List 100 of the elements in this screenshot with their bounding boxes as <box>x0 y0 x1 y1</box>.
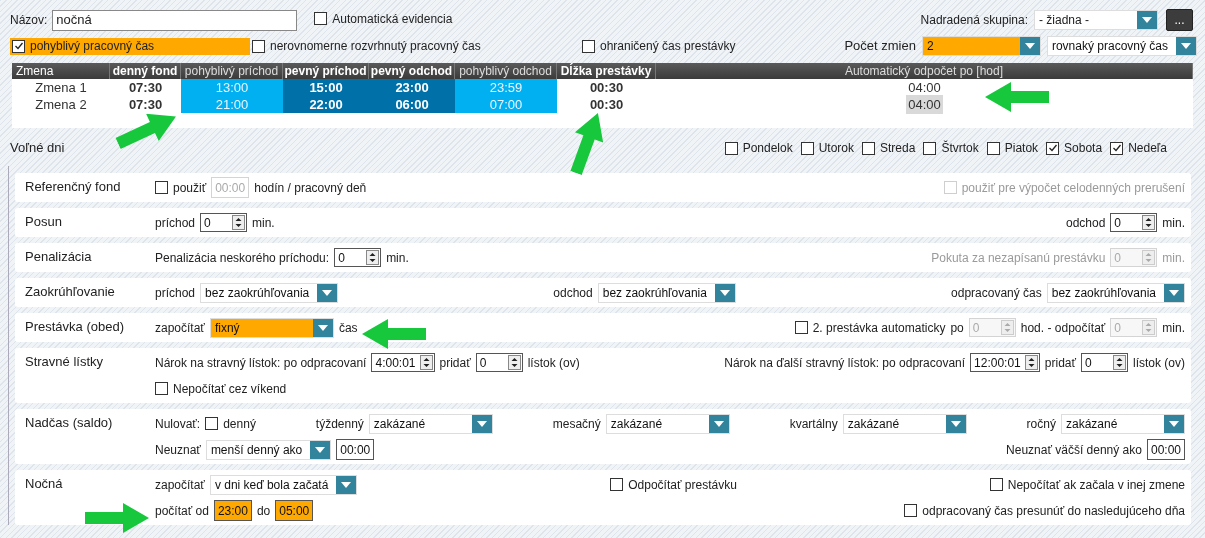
field-label: započítať <box>155 476 205 494</box>
spin-arrows-icon[interactable] <box>419 355 433 370</box>
checkbox[interactable] <box>862 141 876 155</box>
number-spinner[interactable]: 4:00:01 <box>371 353 435 372</box>
number-spinner[interactable]: 0 <box>334 248 382 267</box>
dropdown[interactable]: menší denný ako <box>205 439 332 460</box>
number-spinner[interactable]: 0 <box>475 353 523 372</box>
field-label: čas <box>338 319 358 337</box>
column-header: denný fond <box>110 63 181 79</box>
checkbox-label: použiť <box>173 179 207 197</box>
checkbox[interactable] <box>904 504 918 517</box>
dropdown[interactable]: rovnaký pracovný čas <box>1046 36 1197 56</box>
column-header: Zmena <box>12 63 110 79</box>
spin-arrows-icon[interactable] <box>366 250 380 265</box>
field-label: príchod <box>155 284 196 302</box>
number-spinner[interactable]: 0 <box>1081 353 1128 372</box>
checkbox-label: Automatická evidencia <box>332 10 453 28</box>
annotation-arrow-icon <box>362 319 426 349</box>
option-toggle[interactable]: ohraničený čas prestávky <box>580 37 740 55</box>
checkbox[interactable] <box>989 478 1003 491</box>
checkbox[interactable] <box>314 12 328 26</box>
section-title: Referenčný fond <box>25 178 121 196</box>
number-spinner[interactable]: 0 <box>200 213 248 232</box>
time-field[interactable]: 23:00 <box>213 500 252 521</box>
field-label: min. <box>386 249 409 267</box>
spin-arrows-icon[interactable] <box>232 215 246 230</box>
section-title: Prestávka (obed) <box>25 318 124 336</box>
checkbox[interactable] <box>923 141 937 155</box>
column-header: Dĺžka prestávky <box>557 63 656 79</box>
checkbox[interactable] <box>724 141 738 155</box>
checkbox[interactable] <box>155 181 168 194</box>
dropdown[interactable]: fixný <box>209 317 334 338</box>
day-label: Nedeľa <box>1128 140 1167 157</box>
dropdown[interactable]: 2 <box>921 36 1041 56</box>
spin-arrows-icon[interactable] <box>1142 215 1156 230</box>
checked-checkbox[interactable] <box>1110 141 1124 155</box>
table-cell-text: 00:30 <box>588 78 625 97</box>
table-cell-text: 22:00 <box>308 95 344 114</box>
dropdown[interactable]: zakázané <box>605 413 730 434</box>
table-cell-text: 07:00 <box>488 95 524 114</box>
time-field[interactable]: 05:00 <box>275 500 314 521</box>
day-label: Sobota <box>1064 140 1103 157</box>
time-field[interactable]: 00:00 <box>1146 439 1185 460</box>
field-label: Neuznať <box>155 441 201 459</box>
spin-arrows-icon[interactable] <box>1024 355 1038 370</box>
section-title: Nočná <box>25 475 63 493</box>
field-label: počítať od <box>155 502 209 520</box>
dropdown[interactable]: zakázané <box>842 413 967 434</box>
checkbox-label: Odpočítať prestávku <box>628 476 737 494</box>
dropdown[interactable]: zakázané <box>368 413 493 434</box>
field-label: Neuznať väčší denný ako <box>1006 441 1142 459</box>
field-label: lístok (ov) <box>1133 354 1185 372</box>
checkbox[interactable] <box>794 321 808 334</box>
day-label: Utorok <box>818 140 855 157</box>
checkbox[interactable] <box>986 141 1000 155</box>
dropdown[interactable]: bez zaokrúhľovania <box>597 282 736 303</box>
field-label: ročný <box>1026 415 1056 433</box>
field-label: odchod <box>553 284 593 302</box>
field-label: Nulovať: <box>155 415 201 433</box>
field-label: kvartálny <box>789 415 838 433</box>
checkbox[interactable] <box>582 39 595 53</box>
day-label: Štvrtok <box>941 139 979 157</box>
field-label: hodín / pracovný deň <box>254 179 367 197</box>
table-cell-text: 23:59 <box>488 78 524 97</box>
field-label: Nárok na ďalší stravný lístok: po odpracovaní <box>724 354 966 372</box>
field-label: týždenný <box>315 415 364 433</box>
day-label: Streda <box>880 140 916 157</box>
checkbox[interactable] <box>610 478 624 491</box>
checkbox[interactable] <box>252 39 265 53</box>
field-label: započítať <box>155 319 205 337</box>
free-days-label: Voľné dni <box>10 139 65 158</box>
checked-checkbox[interactable] <box>12 39 25 53</box>
field-label: min. <box>1162 319 1185 337</box>
dropdown[interactable]: bez zaokrúhľovania <box>200 282 339 303</box>
section-title: Nadčas (saldo) <box>25 414 113 432</box>
dropdown[interactable]: bez zaokrúhľovania <box>1046 282 1185 303</box>
dropdown[interactable]: v dni keď bola začatá <box>209 474 358 495</box>
checked-checkbox[interactable] <box>1046 141 1060 155</box>
more-button[interactable]: ... <box>1166 9 1193 31</box>
number-spinner[interactable]: 0 <box>1110 213 1158 232</box>
spin-arrows-icon[interactable] <box>507 355 521 370</box>
checkbox[interactable] <box>205 417 219 430</box>
spin-arrows-icon[interactable] <box>1113 355 1126 370</box>
section-title: Posun <box>25 213 62 231</box>
table-cell-text: 00:30 <box>588 95 625 114</box>
name-field[interactable]: nočná <box>52 9 298 31</box>
dropdown[interactable]: zakázané <box>1060 413 1185 434</box>
field-label: mesačný <box>552 415 601 433</box>
field-label: min. <box>252 214 275 232</box>
checkbox[interactable] <box>155 382 168 395</box>
name-label: Názov: <box>10 12 48 29</box>
table-cell-text: 04:00 <box>907 78 942 97</box>
option-toggle[interactable]: nerovnomerne rozvrhnutý pracovný čas <box>250 37 580 55</box>
checkbox[interactable] <box>800 141 814 155</box>
shift-count-label: Počet zmien <box>844 37 916 56</box>
field-label: pridať <box>439 354 471 372</box>
time-field[interactable]: 00:00 <box>336 439 375 460</box>
number-spinner[interactable]: 12:00:01 <box>970 353 1040 372</box>
option-toggle[interactable]: pohyblivý pracovný čas <box>10 37 250 55</box>
column-header: Automatický odpočet po [hod] <box>656 63 1193 79</box>
